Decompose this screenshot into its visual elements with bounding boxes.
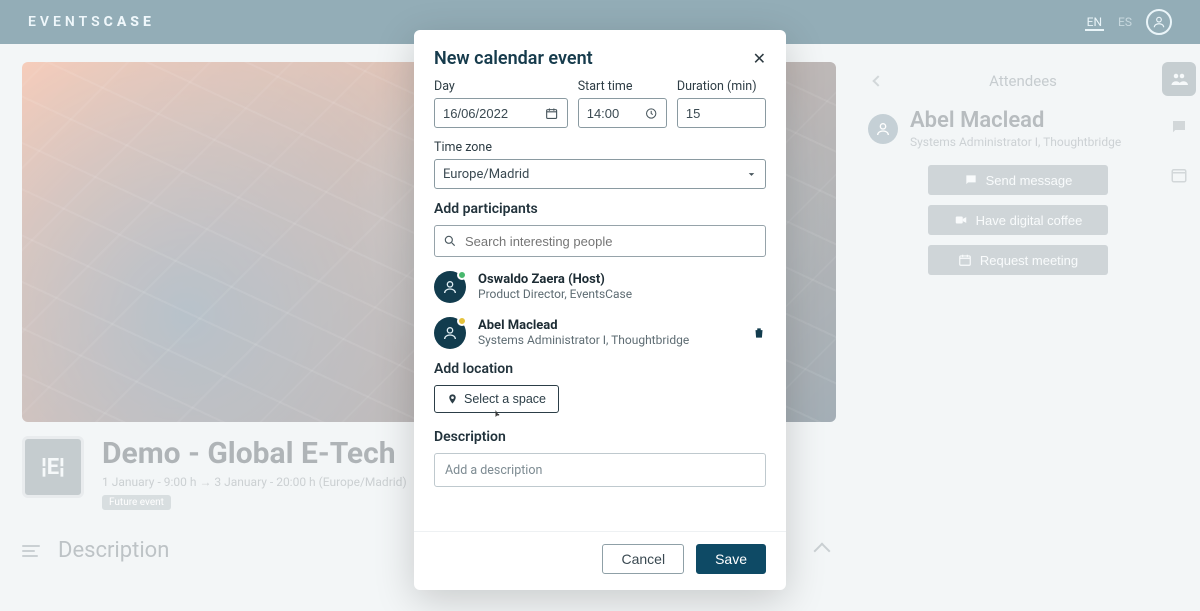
digital-coffee-label: Have digital coffee [976,213,1083,228]
modal-footer: Cancel Save [414,531,786,590]
request-meeting-button[interactable]: Request meeting [928,245,1108,275]
sidebar-title: Attendees [882,72,1164,90]
select-space-button[interactable]: Select a space [434,385,559,413]
participant-text: Oswaldo Zaera (Host)Product Director, Ev… [478,272,766,302]
chevron-down-icon [746,169,757,180]
modal-header: New calendar event ✕ [414,30,786,79]
description-heading: Description [434,429,766,445]
event-status-badge: Future event [102,495,171,510]
modal-body: Day Start time Duration (min) [414,79,786,531]
description-placeholder: Add a description [445,463,542,478]
timezone-label: Time zone [434,140,766,155]
duration-label: Duration (min) [677,79,766,94]
participants-search[interactable] [434,225,766,257]
participant-row: Oswaldo Zaera (Host)Product Director, Ev… [434,271,766,303]
attendee-avatar [868,114,898,144]
timezone-select[interactable]: Europe/Madrid [434,159,766,189]
start-time-field[interactable] [587,106,646,121]
description-input[interactable]: Add a description [434,453,766,487]
lang-es[interactable]: ES [1118,15,1132,29]
section-icon [22,545,40,557]
status-dot-icon [457,270,467,280]
participants-list: Oswaldo Zaera (Host)Product Director, Ev… [434,271,766,349]
close-button[interactable]: ✕ [753,49,766,69]
participant-role: Product Director, EventsCase [478,287,632,301]
day-label: Day [434,79,568,94]
user-icon [442,279,458,295]
pin-icon [447,392,458,406]
attendee-sidebar: Attendees Abel Maclead Systems Administr… [858,62,1178,611]
user-icon [875,121,891,137]
select-space-label: Select a space [464,392,546,406]
chat-icon [1170,118,1188,136]
day-input[interactable] [434,98,568,128]
brand-logo[interactable]: EVENTSCASE [28,14,155,30]
attendee-name: Abel Maclead [910,108,1121,133]
participants-heading: Add participants [434,201,766,217]
user-avatar-button[interactable] [1146,9,1172,35]
rail-attendees-button[interactable] [1162,62,1196,96]
event-title-text: Demo - Global E-Tech 1 January - 9:00 h … [102,436,407,510]
attendee-profile[interactable]: Abel Maclead Systems Administrator I, Th… [868,108,1178,149]
timezone-value: Europe/Madrid [443,167,529,182]
cancel-button[interactable]: Cancel [602,544,684,574]
brand-suffix: CASE [104,14,155,30]
digital-coffee-button[interactable]: Have digital coffee [928,205,1108,235]
chevron-up-icon[interactable] [814,542,831,559]
people-icon [1170,70,1188,88]
participant-text: Abel MacleadSystems Administrator I, Tho… [478,318,740,348]
video-icon [954,213,968,227]
participant-role: Systems Administrator I, Thoughtbridge [478,333,689,347]
event-thumb: ¦E¦ [22,436,84,498]
top-bar-right: EN ES [1085,9,1172,35]
remove-participant-button[interactable] [752,325,766,341]
participant-avatar [434,271,466,303]
status-dot-icon [457,316,467,326]
trash-icon [752,325,766,341]
duration-field[interactable] [686,106,757,121]
location-heading: Add location [434,361,766,377]
calendar-icon [958,253,972,267]
clock-icon [645,106,657,121]
side-rail [1162,62,1196,192]
duration-input[interactable] [677,98,766,128]
day-field[interactable] [443,106,545,121]
participants-search-input[interactable] [465,234,757,249]
attendee-actions: Send message Have digital coffee Request… [858,165,1178,275]
participant-name: Abel Maclead [478,318,740,333]
user-icon [442,325,458,341]
calendar-icon [545,106,558,121]
new-event-modal: New calendar event ✕ Day Start time Dura… [414,30,786,590]
request-meeting-label: Request meeting [980,253,1078,268]
section-title: Description [58,538,169,563]
lang-en[interactable]: EN [1085,13,1104,31]
sidebar-header: Attendees [868,72,1178,90]
chat-icon [964,173,978,187]
save-button[interactable]: Save [696,544,766,574]
rail-calendar-button[interactable] [1162,158,1196,192]
modal-title: New calendar event [434,48,593,69]
user-icon [1152,15,1166,29]
participant-avatar [434,317,466,349]
attendee-role: Systems Administrator I, Thoughtbridge [910,135,1121,149]
calendar-icon [1170,166,1188,184]
brand-prefix: EVENTS [28,14,104,30]
start-time-input[interactable] [578,98,667,128]
start-time-label: Start time [578,79,667,94]
participant-row: Abel MacleadSystems Administrator I, Tho… [434,317,766,349]
event-title: Demo - Global E-Tech [102,436,407,471]
cursor-icon [491,408,503,422]
rail-chat-button[interactable] [1162,110,1196,144]
event-schedule: 1 January - 9:00 h → 3 January - 20:00 h… [102,475,407,489]
send-message-button[interactable]: Send message [928,165,1108,195]
search-icon [443,234,457,248]
attendee-text: Abel Maclead Systems Administrator I, Th… [910,108,1121,149]
participant-name: Oswaldo Zaera (Host) [478,272,766,287]
send-message-label: Send message [986,173,1073,188]
